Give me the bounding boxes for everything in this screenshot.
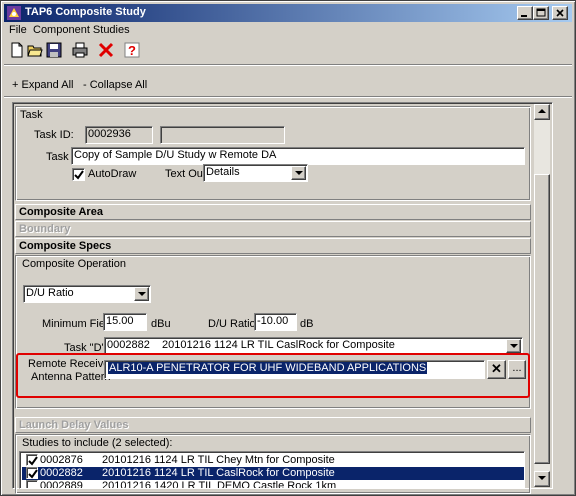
browse-antenna-pattern-button[interactable]: ... xyxy=(508,360,526,379)
menu-component-studies[interactable]: Component Studies xyxy=(33,24,130,36)
antenna-pattern-input[interactable]: ALR10-A PENETRATOR FOR UHF WIDEBAND APPL… xyxy=(104,360,485,379)
menu-bar: File Component Studies xyxy=(4,22,572,39)
study-checkbox[interactable] xyxy=(26,480,38,488)
study-row[interactable]: 0002889 20101216 1420 LR TIL DEMO Castle… xyxy=(22,480,524,489)
open-icon[interactable] xyxy=(25,40,45,60)
app-icon xyxy=(6,5,22,21)
operation-dropdown-button[interactable] xyxy=(134,287,149,301)
task-group-label: Task xyxy=(20,109,43,121)
maximize-button[interactable] xyxy=(533,6,549,20)
minimum-field-unit: dBu xyxy=(151,318,171,330)
toolbar-divider xyxy=(4,64,572,66)
new-icon[interactable] xyxy=(7,40,27,60)
study-row[interactable]: 0002882 20101216 1124 LR TIL CaslRock fo… xyxy=(22,467,524,480)
svg-text:?: ? xyxy=(128,43,136,58)
vertical-scrollbar[interactable] xyxy=(534,104,550,487)
text-out-select[interactable]: Details xyxy=(203,164,308,182)
collapse-all-link[interactable]: - Collapse All xyxy=(83,79,147,91)
task-d-value: 0002882 20101216 1124 LR TIL CaslRock fo… xyxy=(107,339,395,351)
text-out-dropdown-button[interactable] xyxy=(291,166,306,180)
study-description: 20101216 1124 LR TIL CaslRock for Compos… xyxy=(102,467,335,479)
study-description: 20101216 1124 LR TIL Chey Mtn for Compos… xyxy=(102,454,335,466)
remote-receiver-label: Remote Receiver xyxy=(28,358,113,370)
antenna-pattern-value: ALR10-A PENETRATOR FOR UHF WIDEBAND APPL… xyxy=(108,362,428,374)
scroll-up-button[interactable] xyxy=(534,104,550,120)
study-id: 0002876 xyxy=(40,454,83,466)
task-id-extra-field xyxy=(160,126,285,144)
app-window: TAP6 Composite Study File Component Stud… xyxy=(0,0,576,496)
autodraw-checkbox[interactable] xyxy=(72,168,85,181)
clear-antenna-pattern-button[interactable]: ✕ xyxy=(487,360,506,379)
title-bar[interactable]: TAP6 Composite Study xyxy=(4,4,572,22)
delete-icon[interactable] xyxy=(96,40,116,60)
studies-label: Studies to include (2 selected): xyxy=(22,437,173,449)
minimum-field-input[interactable]: 15.00 xyxy=(103,313,147,331)
section-boundary[interactable]: Boundary xyxy=(15,221,531,237)
study-id: 0002882 xyxy=(40,467,83,479)
study-checkbox[interactable] xyxy=(26,454,38,466)
links-divider xyxy=(4,96,572,98)
task-d-dropdown-button[interactable] xyxy=(506,339,521,353)
minimize-button[interactable] xyxy=(517,6,533,20)
du-ratio-input[interactable]: -10.00 xyxy=(254,313,297,331)
section-composite-specs[interactable]: Composite Specs xyxy=(15,238,531,254)
menu-file[interactable]: File xyxy=(9,24,27,36)
autodraw-label: AutoDraw xyxy=(88,168,137,180)
toolbar: ? xyxy=(4,40,572,62)
operation-value: D/U Ratio xyxy=(26,287,74,299)
save-icon[interactable] xyxy=(44,40,64,60)
study-row[interactable]: 0002876 20101216 1124 LR TIL Chey Mtn fo… xyxy=(22,454,524,467)
study-description: 20101216 1420 LR TIL DEMO Castle Rock 1k… xyxy=(102,480,337,489)
task-name-label: Task xyxy=(46,151,69,163)
task-name-input[interactable]: Copy of Sample D/U Study w Remote DA xyxy=(71,147,525,165)
antenna-pattern-label: Antenna Pattern xyxy=(31,371,111,383)
composite-operation-label: Composite Operation xyxy=(22,258,126,270)
window-title: TAP6 Composite Study xyxy=(25,6,146,18)
studies-list: 0002876 20101216 1124 LR TIL Chey Mtn fo… xyxy=(19,451,525,489)
text-out-value: Details xyxy=(206,166,240,178)
scroll-thumb[interactable] xyxy=(534,174,550,464)
study-checkbox[interactable] xyxy=(26,467,38,479)
du-ratio-unit: dB xyxy=(300,318,314,330)
operation-select[interactable]: D/U Ratio xyxy=(23,285,151,303)
section-composite-area[interactable]: Composite Area xyxy=(15,204,531,220)
expand-all-link[interactable]: + Expand All xyxy=(12,79,73,91)
study-id: 0002889 xyxy=(40,480,83,489)
help-icon[interactable]: ? xyxy=(122,40,142,60)
print-icon[interactable] xyxy=(70,40,90,60)
scroll-down-button[interactable] xyxy=(534,471,550,487)
section-launch-delay[interactable]: Launch Delay Values xyxy=(15,417,531,433)
close-window-button[interactable] xyxy=(552,6,568,20)
du-ratio-label: D/U Ratio xyxy=(208,318,256,330)
task-id-label: Task ID: xyxy=(34,129,74,141)
task-id-field: 0002936 xyxy=(85,126,153,144)
